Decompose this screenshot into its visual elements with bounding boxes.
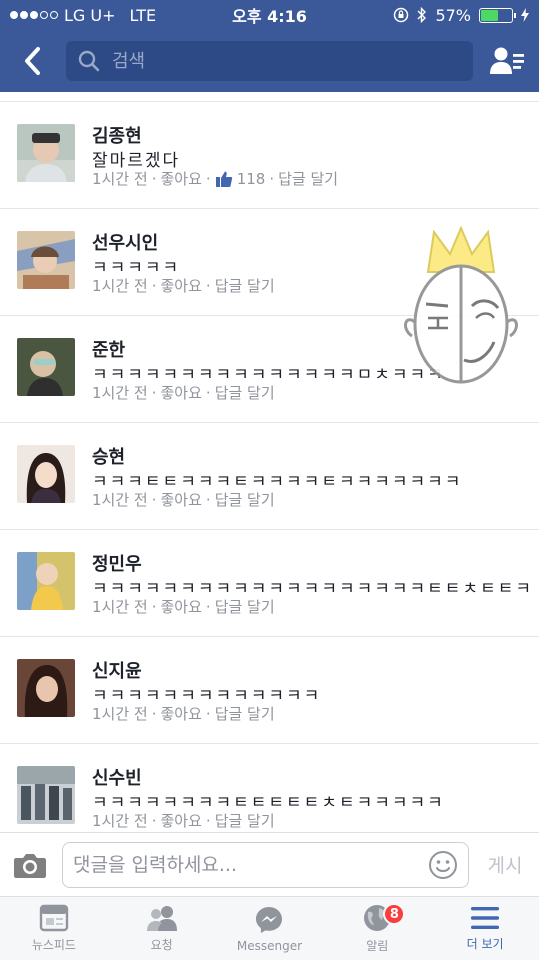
comment-time: 1시간 전 [92,812,148,830]
battery-level [481,9,499,21]
avatar[interactable] [17,231,75,289]
avatar[interactable] [17,124,75,182]
news-feed-icon [39,904,69,932]
like-link[interactable]: 좋아요 [161,275,202,296]
camera-button[interactable] [10,845,50,885]
carrier-name: LG U+ [64,5,116,25]
search-input[interactable] [112,50,461,72]
avatar[interactable] [17,659,75,717]
king-face-watermark-icon [404,226,518,384]
like-count[interactable]: 118 [237,170,266,188]
status-right: 57% [393,6,529,25]
avatar[interactable] [17,445,75,503]
comment-time: 1시간 전 [92,277,148,295]
comment-meta: 1시간 전 · 좋아요 · 답글 달기 [92,810,275,831]
comment-item: 김종현 잘마르겠다 1시간 전 · 좋아요 · 118 · 답글 달기 [0,102,539,209]
comment-meta: 1시간 전 · 좋아요 · 답글 달기 [92,275,275,296]
comment-time: 1시간 전 [92,491,148,509]
reply-link[interactable]: 답글 달기 [215,810,275,831]
comment-item: 승현 ㅋㅋㅋㅌㅌㅋㅋㅋㅌㅋㅋㅋㅋㅌㅋㅋㅋㅋㅋㅋㅋ 1시간 전 · 좋아요 · 답… [0,423,539,530]
comment-time: 1시간 전 [92,598,148,616]
charging-icon [521,8,529,22]
avatar[interactable] [17,552,75,610]
thumbs-up-icon [215,170,233,188]
bluetooth-icon [417,7,427,23]
tab-label: Messenger [236,938,303,953]
reply-link[interactable]: 답글 달기 [278,168,338,189]
comment-author[interactable]: 준한 [92,336,125,362]
comment-author[interactable]: 신수빈 [92,764,142,790]
comment-meta: 1시간 전 · 좋아요 · 답글 달기 [92,382,275,403]
tab-messenger[interactable]: Messenger [216,897,324,960]
comment-author[interactable]: 정민우 [92,550,142,576]
friend-requests-button[interactable] [487,41,527,81]
comment-author[interactable]: 승현 [92,443,125,469]
tab-requests[interactable]: 요청 [108,897,216,960]
comment-input-box[interactable] [62,841,469,888]
list-top-divider [0,92,539,102]
camera-icon [14,853,46,878]
comment-meta: 1시간 전 · 좋아요 · 답글 달기 [92,596,275,617]
emoji-icon[interactable] [428,850,458,880]
reply-link[interactable]: 답글 달기 [215,703,275,724]
comment-time: 1시간 전 [92,170,148,188]
like-link[interactable]: 좋아요 [161,810,202,831]
reply-link[interactable]: 답글 달기 [215,382,275,403]
notification-badge: 8 [383,903,406,925]
comment-time: 1시간 전 [92,384,148,402]
comment-author[interactable]: 선우시인 [92,229,158,255]
comment-author[interactable]: 김종현 [92,122,142,148]
comment-meta: 1시간 전 · 좋아요 · 답글 달기 [92,489,275,510]
friend-requests-icon [146,906,177,931]
bottom-tab-bar: 뉴스피드 요청 Messenger 알림 8 더 보기 [0,896,539,960]
reply-link[interactable]: 답글 달기 [215,275,275,296]
comment-meta: 1시간 전 · 좋아요 · 답글 달기 [92,703,275,724]
tab-label: 뉴스피드 [31,938,76,952]
comment-composer: 게시 [0,832,539,896]
tab-label: 알림 [366,939,389,953]
tab-label: 더 보기 [466,937,504,951]
friend-requests-icon [490,47,524,74]
comment-time: 1시간 전 [92,705,148,723]
tab-more[interactable]: 더 보기 [431,897,539,960]
reply-link[interactable]: 답글 달기 [215,596,275,617]
like-link[interactable]: 좋아요 [161,703,202,724]
top-navigation-bar [0,30,539,92]
comment-item: 신지윤 ㅋㅋㅋㅋㅋㅋㅋㅋㅋㅋㅋㅋㅋ 1시간 전 · 좋아요 · 답글 달기 [0,637,539,744]
like-link[interactable]: 좋아요 [161,382,202,403]
menu-icon [471,907,500,929]
search-bar[interactable] [66,41,473,81]
back-button[interactable] [12,41,52,81]
tab-label: 요청 [150,938,173,952]
comment-input[interactable] [73,853,428,876]
network-type: LTE [129,5,157,25]
like-link[interactable]: 좋아요 [161,489,202,510]
comments-list[interactable]: 김종현 잘마르겠다 1시간 전 · 좋아요 · 118 · 답글 달기 선우시인… [0,92,539,832]
battery-icon [479,7,516,23]
status-bar: LG U+ LTE 오후 4:16 57% [0,0,539,30]
comment-meta: 1시간 전 · 좋아요 · 118 · 답글 달기 [92,168,339,189]
signal-strength-icon [10,11,58,19]
messenger-icon [256,906,283,933]
search-icon [78,50,100,72]
rotation-lock-icon [394,7,409,23]
reply-link[interactable]: 답글 달기 [215,489,275,510]
status-left: LG U+ LTE [10,6,156,25]
like-link[interactable]: 좋아요 [161,168,202,189]
avatar[interactable] [17,338,75,396]
comment-item: 신수빈 ㅋㅋㅋㅋㅋㅋㅋㅋㅌㅌㅌㅌㅌㅊㅌㅋㅋㅋㅋㅋ 1시간 전 · 좋아요 · 답… [0,744,539,832]
chevron-left-icon [25,47,40,75]
tab-notifications[interactable]: 알림 8 [323,897,431,960]
comment-author[interactable]: 신지윤 [92,657,142,683]
like-link[interactable]: 좋아요 [161,596,202,617]
tab-news-feed[interactable]: 뉴스피드 [0,897,108,960]
comment-item: 정민우 ㅋㅋㅋㅋㅋㅋㅋㅋㅋㅋㅋㅋㅋㅋㅋㅋㅋㅋㅋㅌㅌㅊㅌㅌㅋ 1시간 전 · 좋아… [0,530,539,637]
avatar[interactable] [17,766,75,824]
post-button[interactable]: 게시 [481,851,529,878]
battery-percent: 57% [435,5,471,25]
